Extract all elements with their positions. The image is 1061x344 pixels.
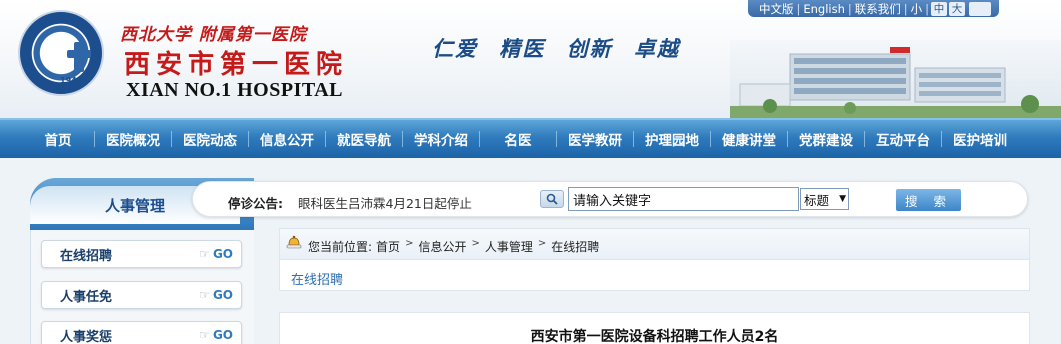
hospital-seal-logo: 1941 (18, 10, 104, 96)
breadcrumb-home[interactable]: 首页 (376, 238, 400, 255)
nav-item-news[interactable]: 医院动态 (172, 119, 248, 159)
hospital-building-image (730, 40, 1061, 118)
font-size-large-button[interactable]: 大 (949, 1, 966, 16)
location-bell-icon (286, 235, 302, 249)
hospital-name-cn: 西安市第一医院 (124, 50, 349, 80)
nav-item-about[interactable]: 医院概况 (95, 119, 171, 159)
magnifier-icon (546, 193, 558, 205)
go-link[interactable]: ☞ GO (199, 247, 233, 261)
breadcrumb-public-info[interactable]: 信息公开 (418, 238, 466, 255)
hospital-slogan: 仁爱 精医 创新 卓越 (432, 36, 680, 61)
sidebar-item-label: 人事任免 (60, 289, 113, 305)
sidebar-item-label: 在线招聘 (60, 248, 113, 264)
nav-item-education[interactable]: 医学教研 (557, 119, 633, 159)
section-header-panel (279, 260, 1030, 291)
search-icon[interactable] (540, 190, 564, 208)
sidebar-item-rewards-penalties[interactable]: 人事奖惩 ☞ GO (41, 321, 242, 344)
seal-year: 1941 (60, 76, 83, 85)
hospital-name-en: XIAN NO.1 HOSPITAL (126, 79, 343, 101)
nav-item-interaction[interactable]: 互动平台 (865, 119, 941, 159)
breadcrumb-separator-icon: > (537, 238, 547, 249)
english-version-link[interactable]: English (800, 2, 848, 16)
site-header: 1941 西北大学 附属第一医院 西安市第一医院 XIAN NO.1 HOSPI… (0, 0, 1061, 118)
article-title: 西安市第一医院设备科招聘工作人员2名 (530, 329, 779, 344)
nav-item-departments[interactable]: 学科介绍 (403, 119, 479, 159)
go-label: GO (212, 328, 233, 342)
sidebar-item-appointments[interactable]: 人事任免 ☞ GO (41, 281, 242, 309)
nav-item-nursing[interactable]: 护理园地 (634, 119, 710, 159)
breadcrumb-hr[interactable]: 人事管理 (485, 238, 533, 255)
breadcrumb-prefix: 您当前位置: (308, 240, 373, 254)
nav-item-famous-doctors[interactable]: 名医 (480, 119, 556, 159)
contact-us-link[interactable]: 联系我们 (852, 1, 904, 17)
divider: | (925, 1, 930, 16)
university-name: 西北大学 附属第一医院 (120, 25, 307, 45)
pointing-hand-icon: ☞ (199, 288, 210, 302)
search-input[interactable] (568, 187, 799, 211)
breadcrumb-separator-icon: > (471, 238, 480, 249)
seal-cross-bar (67, 50, 91, 58)
go-label: GO (212, 288, 233, 302)
top-utility-links: 中文版 | English | 联系我们 | 小 | 中 大 (748, 0, 1000, 17)
pointing-hand-icon: ☞ (199, 328, 210, 342)
blank-tab (969, 1, 992, 16)
font-size-small-button[interactable]: 小 (908, 1, 926, 17)
section-title: 在线招聘 (291, 273, 344, 288)
notice-label: 停诊公告: (228, 196, 283, 211)
nav-item-health-lectures[interactable]: 健康讲堂 (711, 119, 787, 159)
go-link[interactable]: ☞ GO (199, 288, 233, 302)
sidebar-item-online-recruitment[interactable]: 在线招聘 ☞ GO (41, 240, 242, 268)
font-size-medium-button[interactable]: 中 (931, 1, 948, 16)
go-label: GO (212, 247, 233, 261)
nav-item-public-info[interactable]: 信息公开 (249, 119, 325, 159)
nav-item-party-building[interactable]: 党群建设 (788, 119, 864, 159)
nav-item-training[interactable]: 医护培训 (942, 119, 1018, 159)
search-scope-select[interactable]: 标题 ▼ (800, 188, 849, 210)
breadcrumb: 您当前位置: 首页 > 信息公开 > 人事管理 > 在线招聘 (308, 238, 599, 255)
sidebar-item-label: 人事奖惩 (60, 329, 113, 344)
go-link[interactable]: ☞ GO (199, 328, 233, 342)
search-button[interactable]: 搜 索 (896, 189, 961, 211)
breadcrumb-separator-icon: > (405, 238, 414, 249)
chinese-version-link[interactable]: 中文版 (756, 1, 797, 17)
breadcrumb-current[interactable]: 在线招聘 (551, 238, 599, 255)
notice-ticker-text[interactable]: 眼科医生吕沛霖4月21日起停止 (298, 193, 472, 212)
nav-item-patient-guide[interactable]: 就医导航 (326, 119, 402, 159)
search-scope-value: 标题 (804, 192, 830, 208)
chevron-down-icon: ▼ (839, 194, 846, 204)
pointing-hand-icon: ☞ (199, 247, 210, 261)
main-navigation: 首页 医院概况 医院动态 信息公开 就医导航 学科介绍 名医 医学教研 护理园地… (0, 118, 1061, 158)
nav-item-home[interactable]: 首页 (22, 119, 94, 159)
